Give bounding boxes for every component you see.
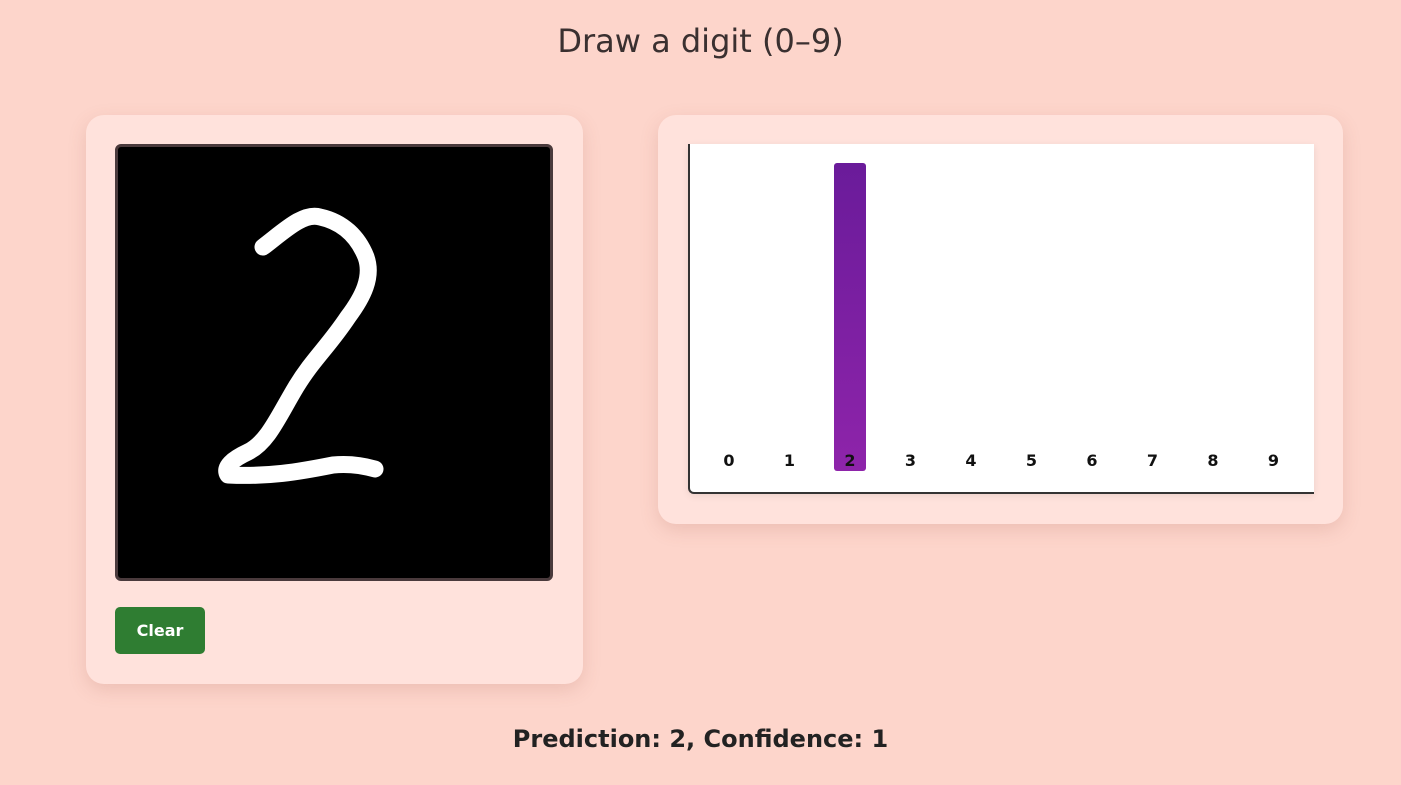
tick-label-4: 4 xyxy=(965,451,976,470)
tick-label-3: 3 xyxy=(905,451,916,470)
tick-label-0: 0 xyxy=(723,451,734,470)
drawn-digit-stroke-layer xyxy=(218,207,384,484)
drawing-canvas[interactable] xyxy=(115,144,553,581)
clear-button[interactable]: Clear xyxy=(115,607,205,654)
tick-label-2: 2 xyxy=(844,451,855,470)
prediction-text: Prediction: 2, Confidence: 1 xyxy=(512,725,889,753)
probability-bar-chart: 0 1 2 3 4 5 6 7 8 9 xyxy=(723,163,1279,471)
tick-label-5: 5 xyxy=(1026,451,1037,470)
prediction-chart-card: 0 1 2 3 4 5 6 7 8 9 xyxy=(658,115,1343,524)
drawing-card: Clear xyxy=(86,115,583,684)
tick-label-7: 7 xyxy=(1147,451,1158,470)
tick-label-9: 9 xyxy=(1268,451,1279,470)
probability-chart: 0 1 2 3 4 5 6 7 8 9 xyxy=(688,144,1314,494)
bar-2 xyxy=(834,163,866,471)
drawn-digit-stroke xyxy=(218,207,384,484)
page-title: Draw a digit (0–9) xyxy=(557,22,844,60)
tick-label-1: 1 xyxy=(784,451,795,470)
tick-label-8: 8 xyxy=(1207,451,1218,470)
tick-label-6: 6 xyxy=(1086,451,1097,470)
